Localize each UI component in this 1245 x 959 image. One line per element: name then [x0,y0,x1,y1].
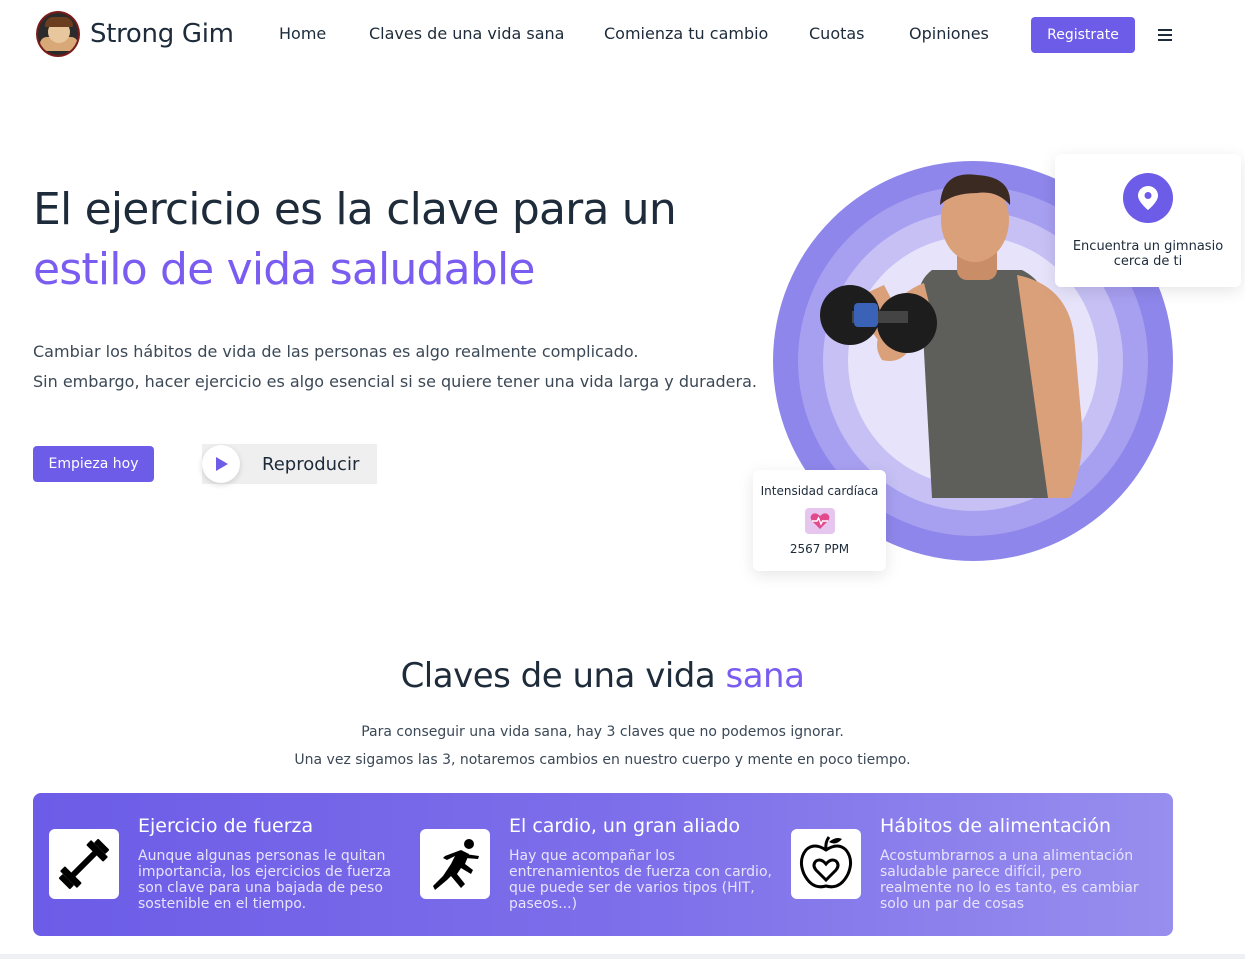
brand[interactable]: Strong Gim [36,11,234,57]
keys-title-accent: sana [725,656,805,696]
keys-sub-line2: Una vez sigamos las 3, notaremos cambios… [294,752,911,768]
location-pin-icon [1123,173,1173,223]
page-bottom-edge [0,954,1245,959]
play-video-button[interactable]: Reproducir [202,444,377,484]
play-icon [202,445,240,483]
nav-link-home[interactable]: Home [279,24,326,43]
dumbbell-icon [49,829,119,899]
nav-link-cuotas[interactable]: Cuotas [809,24,865,43]
hero-title: El ejercicio es la clave para un estilo … [33,180,677,300]
keys-features-band: Ejercicio de fuerza Aunque algunas perso… [33,793,1173,936]
hero-text-line2: Sin embargo, hacer ejercicio es algo ese… [33,372,757,391]
hero-description: Cambiar los hábitos de vida de las perso… [33,337,757,397]
register-button[interactable]: Registrate [1031,17,1135,53]
feature-cardio: El cardio, un gran aliado Hay que acompa… [404,793,774,936]
feature-nutrition: Hábitos de alimentación Acostumbrarnos a… [775,793,1173,936]
keys-title-main: Claves de una vida [400,656,726,696]
brand-logo [36,11,80,57]
feature-strength: Ejercicio de fuerza Aunque algunas perso… [33,793,403,936]
feature-strength-title: Ejercicio de fuerza [138,815,314,837]
feature-nutrition-title: Hábitos de alimentación [880,815,1111,837]
nav-link-claves[interactable]: Claves de una vida sana [369,24,564,43]
play-label: Reproducir [262,453,360,475]
feature-cardio-title: El cardio, un gran aliado [509,815,741,837]
heart-rate-title: Intensidad cardíaca [760,484,879,498]
apple-heart-icon [791,829,861,899]
hero-title-line2: estilo de vida saludable [33,244,535,295]
find-gym-text: Encuentra un gimnasio cerca de ti [1072,239,1224,269]
start-today-button[interactable]: Empieza hoy [33,446,154,482]
runner-icon [420,829,490,899]
nav-link-comienza[interactable]: Comienza tu cambio [604,24,768,43]
keys-sub-line1: Para conseguir una vida sana, hay 3 clav… [361,724,844,740]
hero-text-line1: Cambiar los hábitos de vida de las perso… [33,342,639,361]
top-navbar: Strong Gim Home Claves de una vida sana … [0,0,1245,70]
find-gym-card[interactable]: Encuentra un gimnasio cerca de ti [1055,154,1241,287]
keys-section-title: Claves de una vida sana [0,656,1205,696]
heart-rate-value: 2567 PPM [789,542,850,556]
heart-pulse-icon [805,508,835,534]
nav-link-opiniones[interactable]: Opiniones [909,24,989,43]
hero-title-line1: El ejercicio es la clave para un [33,184,677,235]
hamburger-menu-icon[interactable] [1158,29,1172,41]
feature-strength-text: Aunque algunas personas le quitan import… [138,848,392,912]
feature-cardio-text: Hay que acompañar los entrenamientos de … [509,848,772,912]
keys-section-subtitle: Para conseguir una vida sana, hay 3 clav… [0,718,1205,774]
heart-rate-card: Intensidad cardíaca 2567 PPM [753,470,886,571]
feature-nutrition-text: Acostumbrarnos a una alimentación saluda… [880,848,1139,912]
brand-name: Strong Gim [90,19,234,49]
